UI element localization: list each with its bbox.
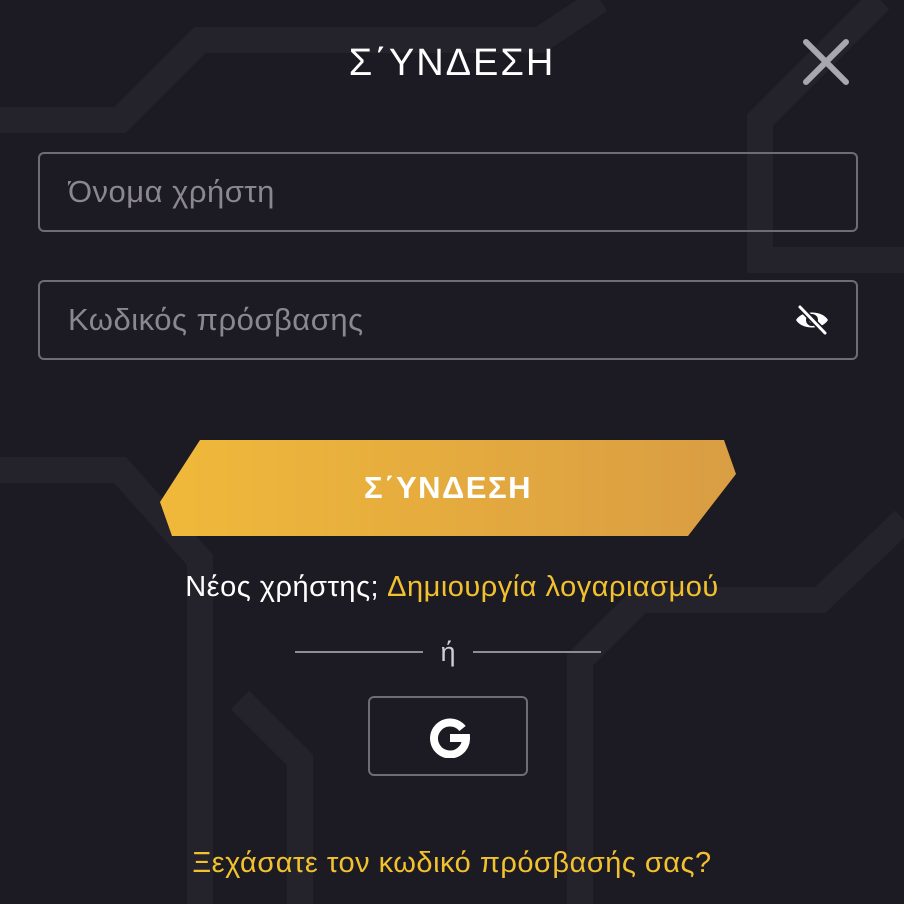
dialog-title: Σ΄ΥΝΔΕΣΗ <box>348 42 556 84</box>
eye-slash-icon <box>796 304 828 336</box>
signup-prefix: Νέος χρήστης; <box>185 571 380 603</box>
toggle-password-visibility-button[interactable] <box>794 304 830 336</box>
signup-row: Νέος χρήστης; Δημιουργία λογαριασμού <box>0 568 904 606</box>
google-login-button[interactable] <box>368 696 528 776</box>
username-input[interactable] <box>68 154 798 230</box>
create-account-link[interactable]: Δημιουργία λογαριασμού <box>387 571 719 603</box>
divider-text: ή <box>440 637 456 667</box>
close-button[interactable] <box>800 36 852 88</box>
google-icon <box>430 718 470 758</box>
close-icon <box>803 39 849 85</box>
forgot-password-link[interactable]: Ξεχάσατε τον κωδικό πρόσβασής σας? <box>0 844 904 882</box>
divider-line-left <box>295 651 423 653</box>
password-input[interactable] <box>68 282 798 358</box>
divider-line-right <box>473 651 601 653</box>
login-button-label: Σ΄ΥΝΔΕΣΗ <box>364 470 532 505</box>
password-field[interactable] <box>38 280 858 360</box>
login-button[interactable]: Σ΄ΥΝΔΕΣΗ <box>160 440 736 536</box>
username-field[interactable] <box>38 152 858 232</box>
